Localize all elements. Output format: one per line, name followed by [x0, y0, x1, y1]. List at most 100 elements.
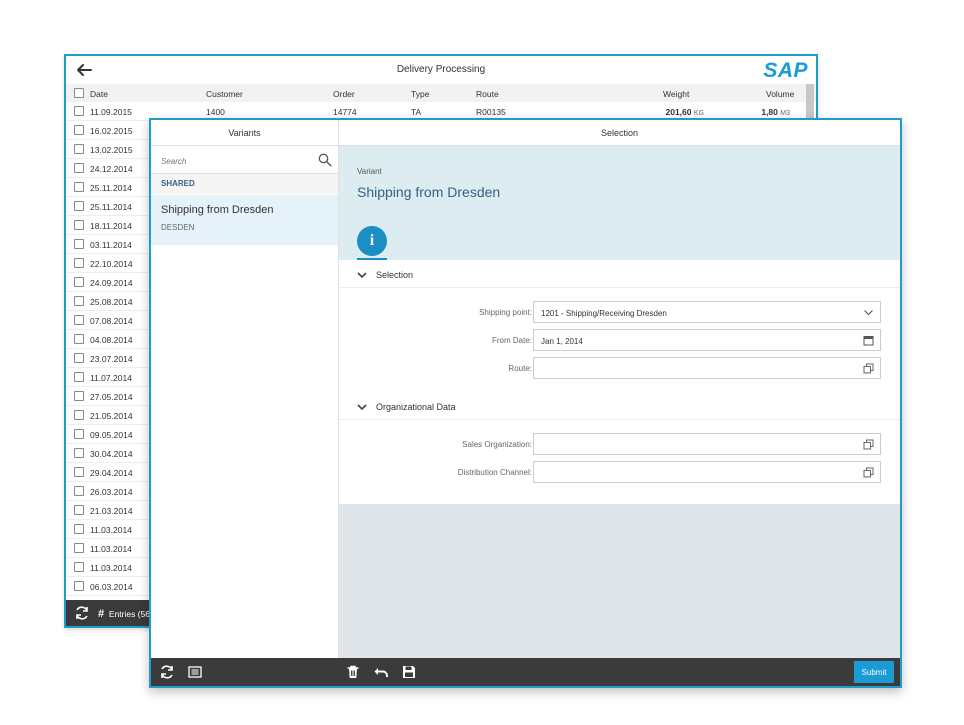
row-checkbox[interactable]	[74, 277, 84, 287]
row-order: 14774	[333, 107, 357, 117]
selection-pane: Selection Variant Shipping from Dresden …	[339, 120, 900, 658]
row-checkbox[interactable]	[74, 258, 84, 268]
refresh-icon[interactable]	[159, 664, 175, 680]
value-help-icon[interactable]	[863, 363, 874, 374]
distribution-channel-input[interactable]	[533, 461, 881, 483]
select-all-checkbox[interactable]	[74, 88, 84, 98]
undo-icon[interactable]	[373, 664, 389, 680]
from-date-label: From Date:	[491, 336, 532, 345]
chevron-down-icon[interactable]	[863, 307, 874, 318]
refresh-icon[interactable]	[74, 605, 90, 621]
row-date: 11.09.2015	[90, 107, 132, 117]
row-checkbox[interactable]	[74, 201, 84, 211]
chevron-down-icon	[357, 404, 367, 411]
column-header-weight[interactable]: Weight	[663, 89, 689, 99]
row-checkbox[interactable]	[74, 410, 84, 420]
variant-item-title: Shipping from Dresden	[161, 204, 274, 216]
variants-pane: Variants SHARED Shipping from Dresden DE…	[151, 120, 339, 658]
row-date: 09.05.2014	[90, 430, 133, 440]
row-checkbox[interactable]	[74, 220, 84, 230]
row-checkbox[interactable]	[74, 144, 84, 154]
row-date: 22.10.2014	[90, 259, 133, 269]
row-date: 11.03.2014	[90, 563, 132, 573]
row-checkbox[interactable]	[74, 543, 84, 553]
row-checkbox[interactable]	[74, 125, 84, 135]
row-checkbox[interactable]	[74, 467, 84, 477]
back-window-title: Delivery Processing	[396, 64, 486, 75]
row-checkbox[interactable]	[74, 562, 84, 572]
variant-group-label: SHARED	[151, 174, 338, 194]
entries-count: # Entries (56	[98, 608, 150, 620]
row-date: 27.05.2014	[90, 392, 133, 402]
column-header-volume[interactable]: Volume	[766, 89, 794, 99]
column-header-type[interactable]: Type	[411, 89, 429, 99]
row-checkbox[interactable]	[74, 334, 84, 344]
hash-icon: #	[98, 608, 105, 620]
save-icon[interactable]	[401, 664, 417, 680]
section-title: Selection	[376, 270, 414, 280]
row-date: 30.04.2014	[90, 449, 133, 459]
distribution-channel-label: Distribution Channel:	[457, 468, 532, 477]
route-input[interactable]	[533, 357, 881, 379]
selection-header: Selection	[339, 120, 900, 146]
row-date: 06.03.2014	[90, 582, 133, 592]
row-checkbox[interactable]	[74, 505, 84, 515]
search-icon[interactable]	[318, 153, 332, 167]
row-checkbox[interactable]	[74, 353, 84, 363]
variant-selection-dialog: Variants SHARED Shipping from Dresden DE…	[149, 118, 902, 688]
row-checkbox[interactable]	[74, 581, 84, 591]
shipping-point-select[interactable]: 1201 - Shipping/Receiving Dresden	[533, 301, 881, 323]
row-checkbox[interactable]	[74, 524, 84, 534]
section-title: Organizational Data	[376, 402, 456, 412]
row-date: 24.12.2014	[90, 164, 133, 174]
row-checkbox[interactable]	[74, 391, 84, 401]
row-checkbox[interactable]	[74, 448, 84, 458]
section-selection-header[interactable]: Selection	[339, 262, 900, 288]
row-date: 16.02.2015	[90, 126, 133, 136]
sales-organization-input[interactable]	[533, 433, 881, 455]
row-checkbox[interactable]	[74, 429, 84, 439]
row-date: 18.11.2014	[90, 221, 132, 231]
row-volume: 1,80 M3	[761, 107, 790, 117]
object-title: Shipping from Dresden	[357, 184, 501, 200]
row-checkbox[interactable]	[74, 372, 84, 382]
row-date: 13.02.2015	[90, 145, 133, 155]
submit-button[interactable]: Submit	[854, 661, 894, 683]
back-window-titlebar: Delivery Processing SAP	[66, 56, 816, 84]
shipping-point-label: Shipping point:	[479, 308, 532, 317]
row-route: R00135	[476, 107, 506, 117]
row-date: 04.08.2014	[90, 335, 133, 345]
scrollbar[interactable]	[806, 84, 814, 118]
column-header-date[interactable]: Date	[90, 89, 108, 99]
row-checkbox[interactable]	[74, 296, 84, 306]
variant-list-item[interactable]: Shipping from Dresden DESDEN	[151, 195, 338, 245]
search-input[interactable]	[161, 154, 311, 168]
variants-header: Variants	[151, 120, 338, 146]
row-checkbox[interactable]	[74, 486, 84, 496]
object-subtitle: Variant	[357, 167, 382, 176]
row-checkbox[interactable]	[74, 315, 84, 325]
row-checkbox[interactable]	[74, 239, 84, 249]
shipping-point-value: 1201 - Shipping/Receiving Dresden	[541, 309, 667, 318]
list-icon[interactable]	[187, 664, 203, 680]
column-header-customer[interactable]: Customer	[206, 89, 243, 99]
column-header-route[interactable]: Route	[476, 89, 499, 99]
value-help-icon[interactable]	[863, 439, 874, 450]
row-date: 11.07.2014	[90, 373, 132, 383]
info-tab[interactable]: i	[357, 226, 387, 256]
section-organizational-data-header[interactable]: Organizational Data	[339, 394, 900, 420]
row-checkbox[interactable]	[74, 182, 84, 192]
sales-organization-label: Sales Organization:	[462, 440, 532, 449]
calendar-icon[interactable]	[863, 335, 874, 346]
row-date: 23.07.2014	[90, 354, 133, 364]
value-help-icon[interactable]	[863, 467, 874, 478]
table-header: Date Customer Order Type Route Weight Vo…	[66, 84, 816, 102]
from-date-value: Jan 1, 2014	[541, 337, 583, 346]
row-checkbox[interactable]	[74, 106, 84, 116]
row-date: 25.11.2014	[90, 202, 132, 212]
from-date-picker[interactable]: Jan 1, 2014	[533, 329, 881, 351]
column-header-order[interactable]: Order	[333, 89, 355, 99]
sap-logo: SAP	[763, 59, 808, 82]
row-checkbox[interactable]	[74, 163, 84, 173]
delete-icon[interactable]	[345, 664, 361, 680]
